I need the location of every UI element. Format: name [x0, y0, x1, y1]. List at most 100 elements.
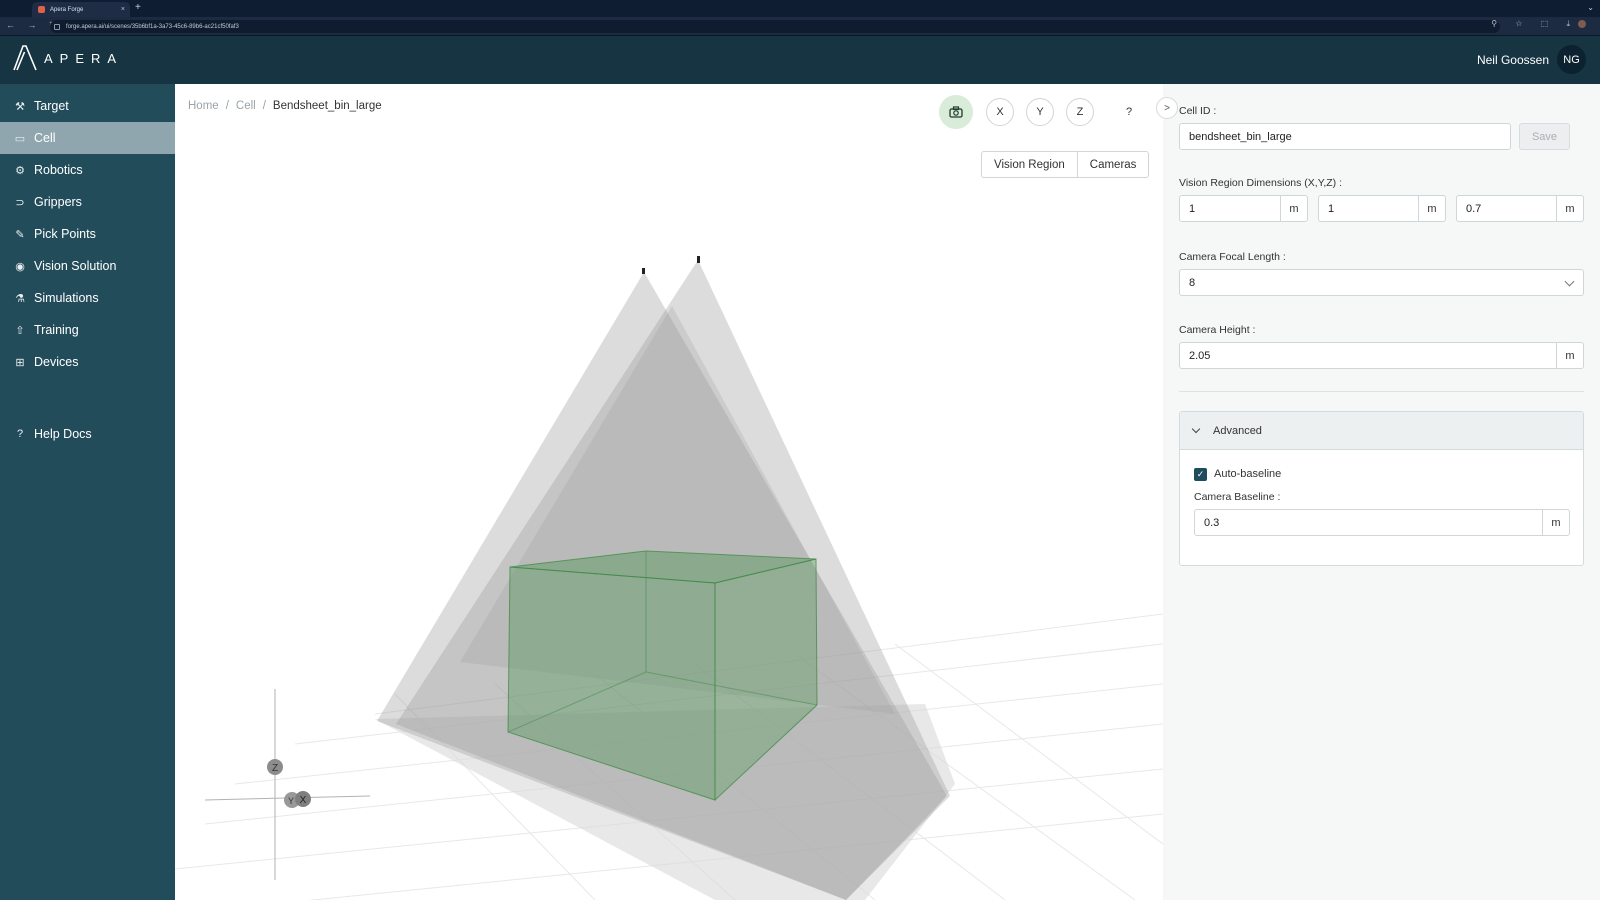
profile-icon[interactable]	[1578, 19, 1586, 28]
dim-z-value: 0.7	[1466, 202, 1482, 215]
check-icon: ✓	[1196, 469, 1205, 479]
camera-view-button[interactable]	[939, 95, 973, 129]
rocket-icon: ⇧	[15, 324, 25, 337]
user-name: Neil Goossen	[1476, 52, 1549, 67]
sidebar-item-label: Help Docs	[34, 427, 92, 441]
help-button[interactable]: ?	[1116, 99, 1142, 125]
focal-length-value: 8	[1189, 276, 1196, 289]
sidebar-item-label: Pick Points	[34, 227, 96, 241]
sidebar-item-vision-solution[interactable]: ◉ Vision Solution	[0, 250, 175, 282]
sidebar-item-devices[interactable]: ⊞ Devices	[0, 346, 175, 378]
cell-id-value: bendsheet_bin_large	[1189, 130, 1292, 143]
cell-id-label: Cell ID :	[1179, 105, 1217, 117]
3d-scene[interactable]: Z Y X	[175, 84, 1163, 900]
sidebar-item-label: Simulations	[34, 291, 99, 305]
sidebar-item-label: Grippers	[34, 195, 82, 209]
camera-baseline-unit: m	[1542, 509, 1570, 536]
url-text: forge.apera.ai/ui/scenes/35b6bf1a-3a73-4…	[66, 23, 239, 30]
sidebar-item-label: Devices	[34, 355, 79, 369]
camera-left[interactable]	[642, 268, 645, 274]
sidebar-item-cell[interactable]: ▭ Cell	[0, 122, 175, 154]
sidebar: ⚒ Target ▭ Cell ⚙ Robotics ⊃ Grippers ✎ …	[0, 84, 175, 900]
cameras-button[interactable]: Cameras	[1076, 152, 1149, 177]
eye-icon: ◉	[15, 260, 25, 273]
camera-height-value: 2.05	[1189, 349, 1211, 362]
focal-length-label: Camera Focal Length :	[1179, 251, 1286, 263]
panel-divider	[1179, 391, 1584, 392]
sidebar-item-help-docs[interactable]: ? Help Docs	[0, 418, 175, 450]
url-field[interactable]: forge.apera.ai/ui/scenes/35b6bf1a-3a73-4…	[50, 20, 1500, 33]
browser-tab-strip: Apera Forge × + ⌄	[0, 0, 1600, 17]
pick-icon: ✎	[15, 228, 25, 241]
browser-tab[interactable]: Apera Forge ×	[32, 2, 130, 17]
dim-z-unit: m	[1556, 195, 1584, 222]
view-z-button[interactable]: Z	[1066, 98, 1094, 126]
view-mode-toggle: Vision Region Cameras	[981, 151, 1150, 178]
site-info-icon[interactable]	[54, 23, 60, 30]
user-menu[interactable]: Neil Goossen NG	[1477, 45, 1586, 74]
sidebar-item-simulations[interactable]: ⚗ Simulations	[0, 282, 175, 314]
camera-height-input[interactable]: 2.05	[1179, 342, 1557, 369]
advanced-header[interactable]: Advanced	[1180, 412, 1583, 450]
camera-height-label: Camera Height :	[1179, 324, 1256, 336]
dim-x-input[interactable]: 1	[1179, 195, 1281, 222]
camera-baseline-input[interactable]: 0.3	[1194, 509, 1543, 536]
view-y-button[interactable]: Y	[1026, 98, 1054, 126]
new-tab-button[interactable]: +	[135, 2, 141, 13]
cell-id-input[interactable]: bendsheet_bin_large	[1179, 123, 1511, 150]
sidebar-item-grippers[interactable]: ⊃ Grippers	[0, 186, 175, 218]
camera-height-unit: m	[1556, 342, 1584, 369]
gripper-icon: ⊃	[15, 196, 25, 209]
save-button[interactable]: Save	[1519, 123, 1570, 150]
sidebar-item-robotics[interactable]: ⚙ Robotics	[0, 154, 175, 186]
advanced-label: Advanced	[1213, 424, 1262, 437]
dim-x-value: 1	[1189, 202, 1196, 215]
view-x-button[interactable]: X	[986, 98, 1014, 126]
sidebar-item-label: Training	[34, 323, 79, 337]
devices-icon: ⊞	[15, 356, 25, 369]
avatar[interactable]: NG	[1557, 45, 1586, 74]
apera-logo[interactable]: APERA	[12, 44, 123, 72]
camera-baseline-label: Camera Baseline :	[1194, 491, 1281, 503]
dim-y-value: 1	[1328, 202, 1335, 215]
sidebar-item-target[interactable]: ⚒ Target	[0, 90, 175, 122]
sidebar-item-training[interactable]: ⇧ Training	[0, 314, 175, 346]
apera-favicon-icon	[38, 6, 45, 13]
auto-baseline-label[interactable]: Auto-baseline	[1214, 468, 1281, 480]
sidebar-item-pick-points[interactable]: ✎ Pick Points	[0, 218, 175, 250]
sidebar-item-label: Robotics	[34, 163, 83, 177]
tab-search-button[interactable]: ⌄	[1587, 3, 1594, 12]
dim-y-unit: m	[1418, 195, 1446, 222]
question-icon: ?	[16, 428, 24, 440]
video-camera-icon: ▭	[14, 132, 26, 145]
camera-baseline-value: 0.3	[1204, 516, 1220, 529]
focal-length-select[interactable]: 8	[1179, 269, 1584, 296]
axis-x-label: X	[300, 795, 307, 806]
sidebar-item-label: Cell	[34, 131, 56, 145]
browser-toolbar-icons[interactable]: ⚲ ☆ ⬚ ⤓	[1491, 19, 1586, 29]
dim-x-unit: m	[1280, 195, 1308, 222]
camera-icon	[949, 106, 963, 118]
flask-icon: ⚗	[15, 292, 25, 305]
collapse-panel-button[interactable]: >	[1156, 97, 1178, 119]
browser-tab-title: Apera Forge	[50, 6, 84, 13]
chevron-down-icon	[1191, 424, 1201, 433]
dim-y-input[interactable]: 1	[1318, 195, 1419, 222]
cell-settings-panel: Cell ID : bendsheet_bin_large Save Visio…	[1163, 84, 1600, 900]
browser-address-bar: ← → ↻ forge.apera.ai/ui/scenes/35b6bf1a-…	[0, 17, 1600, 36]
3d-viewport[interactable]: Z Y X Home / Cell / Bendsheet_bin_large …	[175, 84, 1163, 900]
auto-baseline-checkbox[interactable]: ✓	[1194, 468, 1207, 481]
chevron-down-icon	[1564, 276, 1575, 287]
camera-right[interactable]	[697, 256, 700, 263]
sidebar-divider	[0, 378, 175, 418]
axis-z-label: Z	[272, 763, 278, 774]
sidebar-item-label: Target	[34, 99, 69, 113]
dim-z-input[interactable]: 0.7	[1456, 195, 1557, 222]
dims-label: Vision Region Dimensions (X,Y,Z) :	[1179, 177, 1343, 189]
axis-y-label: Y	[288, 796, 294, 806]
browser-toolbar-icon-row[interactable]: ⚲ ☆ ⬚ ⤓	[1491, 19, 1578, 28]
app-header: APERA Neil Goossen NG	[0, 36, 1600, 84]
robot-arm-icon: ⚙	[15, 164, 25, 177]
close-tab-icon[interactable]: ×	[121, 6, 125, 13]
vision-region-button[interactable]: Vision Region	[982, 152, 1077, 177]
